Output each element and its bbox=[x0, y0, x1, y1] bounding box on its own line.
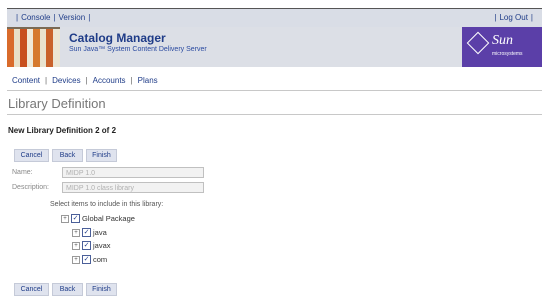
logout-link[interactable]: Log Out bbox=[499, 13, 527, 22]
checkbox-javax[interactable]: ✓ bbox=[82, 241, 91, 250]
tree-label: javax bbox=[93, 241, 111, 250]
sun-logo-tagline: microsystems bbox=[492, 51, 523, 57]
sun-logo: Sun microsystems bbox=[462, 27, 542, 67]
page-title: Library Definition bbox=[8, 96, 106, 111]
cancel-button-bottom[interactable]: Cancel bbox=[14, 283, 49, 296]
expand-toggle[interactable]: + bbox=[72, 256, 80, 264]
tree-label: com bbox=[93, 255, 108, 264]
back-button[interactable]: Back bbox=[52, 149, 83, 162]
divider: | bbox=[494, 13, 497, 22]
checkbox-com[interactable]: ✓ bbox=[82, 255, 91, 264]
sun-logo-word: Sun bbox=[492, 33, 513, 48]
checkbox-java[interactable]: ✓ bbox=[82, 228, 91, 237]
tree-instructions: Select items to include in this library: bbox=[50, 201, 164, 208]
product-banner: Catalog Manager Sun Java™ System Content… bbox=[7, 27, 542, 67]
back-button-bottom[interactable]: Back bbox=[52, 283, 83, 296]
step-title: New Library Definition 2 of 2 bbox=[8, 126, 117, 135]
divider: | bbox=[85, 76, 88, 85]
tree-label: java bbox=[93, 228, 107, 237]
masthead-utility-bar: | Console | Version | | Log Out | bbox=[7, 8, 542, 28]
sun-logo-icon bbox=[466, 31, 490, 55]
app-subtitle: Sun Java™ System Content Delivery Server bbox=[69, 46, 207, 53]
description-field[interactable]: MIDP 1.0 class library bbox=[62, 182, 204, 193]
books-image bbox=[7, 27, 60, 67]
divider: | bbox=[45, 76, 48, 85]
tree-label: Global Package bbox=[82, 214, 135, 223]
name-label: Name: bbox=[12, 169, 33, 176]
divider: | bbox=[130, 76, 133, 85]
finish-button[interactable]: Finish bbox=[86, 149, 117, 162]
checkbox-global-package[interactable]: ✓ bbox=[71, 214, 80, 223]
app-title: Catalog Manager bbox=[69, 31, 166, 45]
main-nav: Content | Devices | Accounts | Plans bbox=[12, 76, 158, 85]
expand-toggle[interactable]: + bbox=[72, 242, 80, 250]
nav-content[interactable]: Content bbox=[12, 76, 40, 85]
version-link[interactable]: Version bbox=[59, 13, 86, 22]
finish-button-bottom[interactable]: Finish bbox=[86, 283, 117, 296]
divider: | bbox=[53, 13, 56, 22]
nav-devices[interactable]: Devices bbox=[52, 76, 80, 85]
nav-plans[interactable]: Plans bbox=[138, 76, 158, 85]
divider: | bbox=[530, 13, 533, 22]
title-divider bbox=[7, 114, 542, 115]
utility-links: | Console | Version | bbox=[13, 13, 93, 22]
console-link[interactable]: Console bbox=[21, 13, 50, 22]
divider: | bbox=[16, 13, 19, 22]
expand-toggle[interactable]: + bbox=[61, 215, 69, 223]
name-field[interactable]: MIDP 1.0 bbox=[62, 167, 204, 178]
expand-toggle[interactable]: + bbox=[72, 229, 80, 237]
description-label: Description: bbox=[12, 184, 49, 191]
logout-area: | Log Out | bbox=[491, 13, 536, 22]
cancel-button[interactable]: Cancel bbox=[14, 149, 49, 162]
divider: | bbox=[88, 13, 91, 22]
nav-accounts[interactable]: Accounts bbox=[93, 76, 126, 85]
nav-divider bbox=[7, 90, 542, 91]
